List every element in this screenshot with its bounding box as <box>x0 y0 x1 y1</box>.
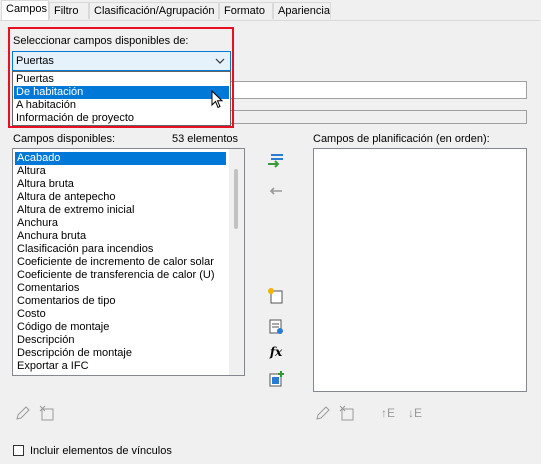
vertical-scrollbar[interactable] <box>229 149 244 375</box>
add-parameter-icon[interactable] <box>267 152 285 170</box>
mouse-cursor-icon <box>211 89 225 113</box>
dropdown-option-informacion-proyecto[interactable]: Información de proyecto <box>14 112 229 125</box>
scrollbar-thumb[interactable] <box>234 169 238 229</box>
combo-value: Puertas <box>16 55 54 67</box>
field-source-dropdown: Puertas De habitación A habitación Infor… <box>12 71 231 126</box>
tab-strip: Campos Filtro Clasificación/Agrupación F… <box>0 0 541 21</box>
list-item[interactable]: Comentarios de tipo <box>15 295 226 308</box>
schedule-fields-list[interactable] <box>313 148 527 392</box>
dropdown-option-puertas[interactable]: Puertas <box>14 73 229 86</box>
available-fields-label: Campos disponibles: <box>13 133 116 145</box>
tab-formato[interactable]: Formato <box>219 2 273 19</box>
tab-clasificacion[interactable]: Clasificación/Agrupación <box>89 2 219 19</box>
list-item[interactable]: Altura de antepecho <box>15 191 226 204</box>
combine-parameters-icon[interactable] <box>267 318 285 336</box>
new-parameter-icon[interactable] <box>267 287 285 305</box>
list-item[interactable]: Acabado <box>15 152 226 165</box>
list-item[interactable]: Comentarios <box>15 282 226 295</box>
move-up-icon[interactable]: ↑E <box>377 404 399 422</box>
tab-campos[interactable]: Campos <box>1 0 49 21</box>
list-item[interactable]: Anchura bruta <box>15 230 226 243</box>
list-item[interactable]: Clasificación para incendios <box>15 243 226 256</box>
background-field-2 <box>230 110 527 124</box>
list-item[interactable]: Altura de extremo inicial <box>15 204 226 217</box>
list-item[interactable]: Exportar a IFC <box>15 360 226 373</box>
include-links-checkbox[interactable] <box>13 445 24 456</box>
include-links-label: Incluir elementos de vínculos <box>30 445 172 457</box>
list-item[interactable]: Descripción de montaje <box>15 347 226 360</box>
list-item[interactable]: Coeficiente de transferencia de calor (U… <box>15 269 226 282</box>
available-fields-list[interactable]: Acabado Altura Altura bruta Altura de antep… <box>12 148 245 376</box>
list-item[interactable]: Costo <box>15 308 226 321</box>
tab-filtro[interactable]: Filtro <box>49 2 89 19</box>
background-field <box>230 81 527 99</box>
list-item[interactable]: Coeficiente de incremento de calor solar <box>15 256 226 269</box>
list-item[interactable]: Anchura <box>15 217 226 230</box>
list-item[interactable]: Altura bruta <box>15 178 226 191</box>
dropdown-option-de-habitacion[interactable]: De habitación <box>14 86 229 99</box>
tab-apariencia[interactable]: Apariencia <box>273 2 331 19</box>
list-item[interactable]: Descripción <box>15 334 226 347</box>
list-item[interactable]: Código de montaje <box>15 321 226 334</box>
edit-pencil-icon[interactable] <box>14 404 32 422</box>
element-count: 53 elementos <box>172 133 239 145</box>
delete-parameter-icon[interactable] <box>38 404 56 422</box>
delete-parameter-icon-right[interactable] <box>338 404 356 422</box>
edit-pencil-icon-right[interactable] <box>314 404 332 422</box>
list-item[interactable]: Altura <box>15 165 226 178</box>
schedule-fields-label: Campos de planificación (en orden): <box>313 133 490 145</box>
chevron-down-icon[interactable] <box>214 53 226 72</box>
dropdown-option-a-habitacion[interactable]: A habitación <box>14 99 229 112</box>
add-all-icon[interactable] <box>267 370 285 388</box>
remove-parameter-icon[interactable] <box>267 182 285 200</box>
move-down-icon[interactable]: ↓E <box>404 404 426 422</box>
field-source-combobox[interactable]: Puertas <box>12 51 231 71</box>
calculated-value-icon[interactable]: fx <box>267 343 285 361</box>
select-fields-label: Seleccionar campos disponibles de: <box>13 35 189 47</box>
